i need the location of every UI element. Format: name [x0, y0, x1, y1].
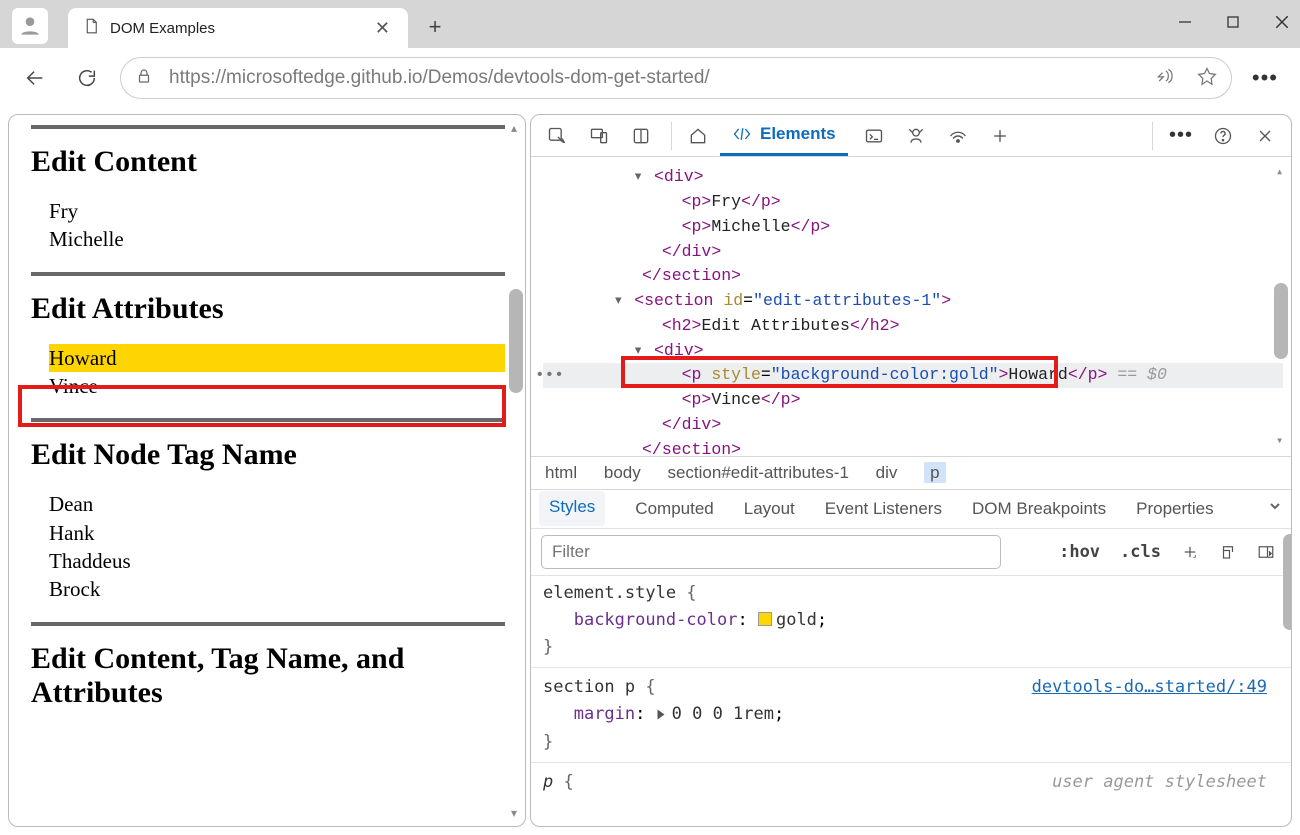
breadcrumb-item[interactable]: div: [876, 463, 898, 482]
source-link[interactable]: devtools-do…started/:49: [1032, 674, 1267, 701]
devtools-toolbar: Elements •••: [531, 115, 1291, 157]
help-icon[interactable]: [1205, 118, 1241, 154]
tab-title: DOM Examples: [110, 20, 215, 37]
list-item: Hank: [49, 519, 505, 547]
list-item: Thaddeus: [49, 547, 505, 575]
list-item-howard: Howard: [49, 344, 505, 372]
styles-scrollbar[interactable]: ▴▾: [1283, 534, 1292, 827]
welcome-tab[interactable]: [676, 115, 720, 156]
refresh-button[interactable]: [68, 59, 106, 97]
more-tabs-icon[interactable]: [982, 118, 1018, 154]
read-aloud-icon[interactable]: [1155, 66, 1175, 91]
color-swatch-icon[interactable]: [758, 612, 772, 626]
computed-panel-icon[interactable]: [1251, 537, 1281, 567]
browser-tab[interactable]: DOM Examples ✕: [68, 8, 408, 48]
browser-toolbar: https://microsoftedge.github.io/Demos/de…: [0, 48, 1300, 108]
browser-menu-button[interactable]: •••: [1252, 65, 1278, 91]
network-tab-icon[interactable]: [940, 118, 976, 154]
window-maximize-icon[interactable]: [1226, 15, 1240, 34]
panel-layout-icon[interactable]: [623, 118, 659, 154]
new-style-rule-icon[interactable]: [1175, 537, 1205, 567]
inspect-element-icon[interactable]: [539, 118, 575, 154]
event-listeners-tab[interactable]: Event Listeners: [825, 499, 942, 519]
profile-button[interactable]: [12, 8, 48, 44]
dom-scrollbar[interactable]: ▴▾: [1274, 163, 1288, 450]
computed-tab[interactable]: Computed: [635, 499, 713, 519]
window-close-icon[interactable]: [1274, 14, 1290, 35]
divider: [31, 272, 505, 276]
url-text: https://microsoftedge.github.io/Demos/de…: [169, 67, 710, 89]
device-toolbar-icon[interactable]: [581, 118, 617, 154]
devtools-menu-icon[interactable]: •••: [1163, 124, 1199, 147]
hov-button[interactable]: :hov: [1053, 542, 1106, 562]
page-viewport: Edit Content Fry Michelle Edit Attribute…: [8, 114, 526, 827]
dom-tree[interactable]: ▾ <div> <p>Fry</p> <p>Michelle</p> </div…: [531, 157, 1291, 456]
layout-tab[interactable]: Layout: [744, 499, 795, 519]
styles-tab[interactable]: Styles: [539, 491, 605, 526]
dom-selected-node[interactable]: ••• <p style="background-color:gold">How…: [543, 363, 1283, 388]
list-item: Brock: [49, 575, 505, 603]
console-tab-icon[interactable]: [856, 118, 892, 154]
tab-close-icon[interactable]: ✕: [371, 18, 394, 39]
page-scrollbar[interactable]: ▴▾: [509, 121, 523, 820]
styles-filter-bar: :hov .cls: [531, 528, 1291, 575]
more-tabs-chevron-icon[interactable]: [1267, 498, 1283, 519]
breadcrumb-item[interactable]: html: [545, 463, 577, 482]
expand-shorthand-icon[interactable]: [657, 710, 664, 720]
dom-breakpoints-tab[interactable]: DOM Breakpoints: [972, 499, 1106, 519]
page-icon: [82, 17, 100, 40]
breadcrumb-item[interactable]: p: [924, 462, 945, 483]
back-button[interactable]: [16, 59, 54, 97]
heading-edit-node-tag-name: Edit Node Tag Name: [31, 438, 505, 472]
styles-filter-input[interactable]: [541, 535, 1001, 569]
divider: [31, 622, 505, 626]
properties-tab[interactable]: Properties: [1136, 499, 1213, 519]
divider: [31, 125, 505, 129]
breadcrumb-item[interactable]: body: [604, 463, 641, 482]
window-minimize-icon[interactable]: [1178, 15, 1192, 34]
paint-flash-icon[interactable]: [1213, 537, 1243, 567]
elements-tab-label: Elements: [760, 124, 836, 144]
titlebar: DOM Examples ✕ +: [0, 0, 1300, 48]
lock-icon: [135, 67, 153, 90]
styles-rules[interactable]: element.style { background-color: gold; …: [531, 575, 1291, 826]
devtools-close-icon[interactable]: [1247, 118, 1283, 154]
cls-button[interactable]: .cls: [1114, 542, 1167, 562]
address-bar[interactable]: https://microsoftedge.github.io/Demos/de…: [120, 57, 1232, 99]
breadcrumb-item[interactable]: section#edit-attributes-1: [667, 463, 848, 482]
styles-tabbar: Styles Computed Layout Event Listeners D…: [531, 489, 1291, 528]
heading-edit-attributes: Edit Attributes: [31, 292, 505, 326]
heading-edit-content: Edit Content: [31, 145, 505, 179]
dom-breadcrumb[interactable]: html body section#edit-attributes-1 div …: [531, 456, 1291, 489]
list-item: Michelle: [49, 225, 505, 253]
new-tab-button[interactable]: +: [416, 8, 454, 46]
list-item: Dean: [49, 490, 505, 518]
sources-tab-icon[interactable]: [898, 118, 934, 154]
elements-tab[interactable]: Elements: [720, 115, 848, 156]
favorite-icon[interactable]: [1197, 66, 1217, 91]
divider: [31, 418, 505, 422]
list-item: Vince: [49, 372, 505, 400]
user-agent-label: user agent stylesheet: [1052, 769, 1267, 796]
devtools-panel: Elements ••• ▾ <div> <p>Fry</p>: [530, 114, 1292, 827]
heading-edit-content-tag-attr: Edit Content, Tag Name, and Attributes: [31, 642, 505, 710]
list-item: Fry: [49, 197, 505, 225]
